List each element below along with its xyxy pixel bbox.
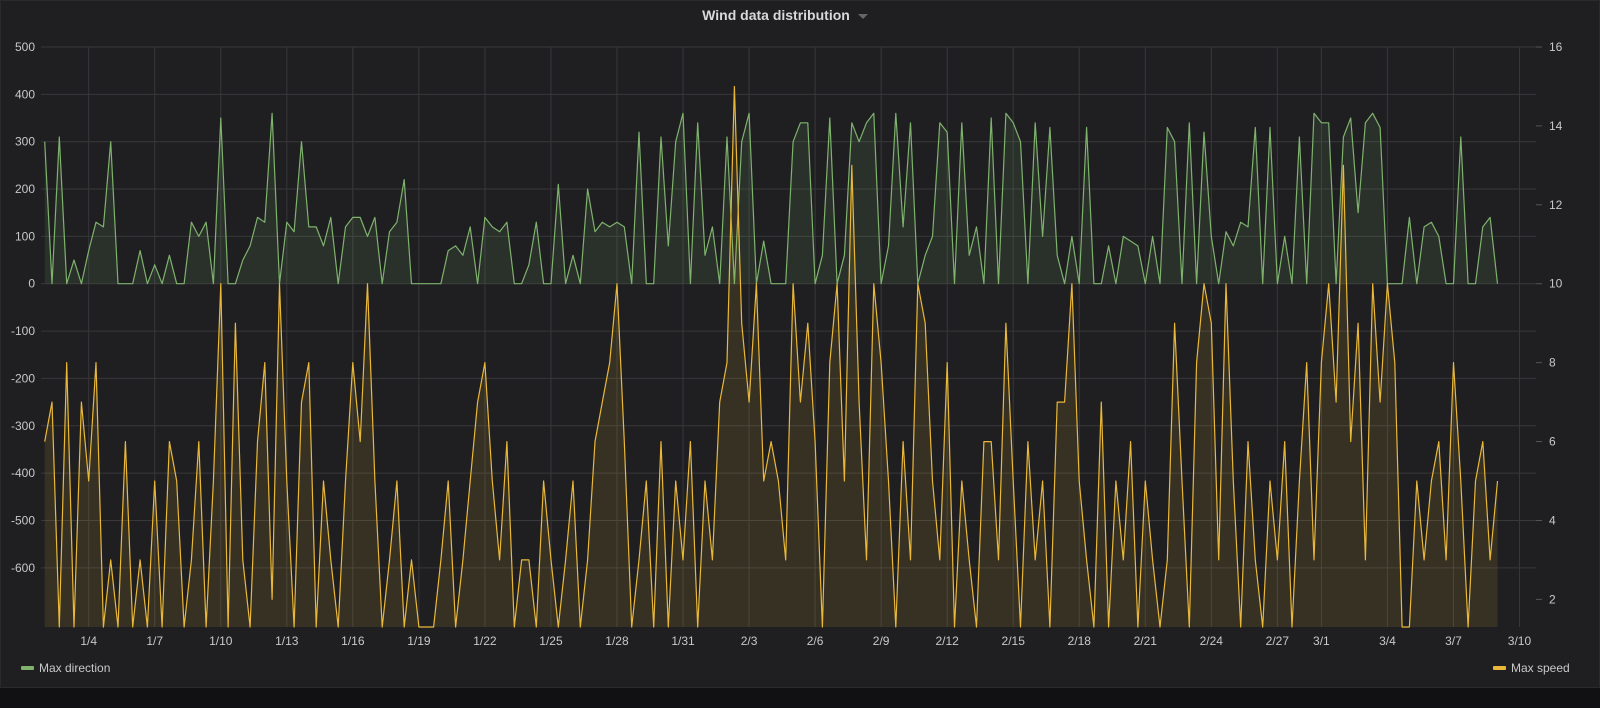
y-right-tick-label: 10 xyxy=(1549,277,1563,291)
y-left-tick-label: -200 xyxy=(11,371,35,385)
y-right-tick-label: 12 xyxy=(1549,198,1563,212)
y-right-tick-label: 2 xyxy=(1549,592,1556,606)
x-tick-label: 1/28 xyxy=(605,634,629,648)
chart-svg: 500 400 300 200 100 0 -100 -200 -300 -400 -500 -600… xyxy=(11,40,1563,648)
legend-label: Max speed xyxy=(1511,661,1570,675)
x-tick-label: 1/19 xyxy=(407,634,431,648)
y-left-tick-label: 500 xyxy=(15,40,35,54)
x-tick-label: 2/18 xyxy=(1068,634,1092,648)
x-tick-label: 1/25 xyxy=(539,634,563,648)
x-tick-label: 3/7 xyxy=(1445,634,1462,648)
x-tick-label: 1/13 xyxy=(275,634,299,648)
y-right-tick-label: 14 xyxy=(1549,119,1563,133)
x-tick-label: 1/22 xyxy=(473,634,497,648)
series-area-max-direction xyxy=(44,113,1498,284)
legend-swatch-yellow xyxy=(1493,666,1506,670)
y-left-tick-label: 400 xyxy=(15,87,35,101)
x-tick-label: 3/10 xyxy=(1508,634,1532,648)
legend-item-max-direction[interactable]: Max direction xyxy=(21,661,110,675)
y-left-tick-label: -400 xyxy=(11,466,35,480)
y-right-tick-label: 16 xyxy=(1549,40,1563,54)
x-tick-label: 2/27 xyxy=(1266,634,1290,648)
y-right-tick-label: 6 xyxy=(1549,435,1556,449)
y-left-tick-label: -100 xyxy=(11,324,35,338)
y-left-tick-label: 300 xyxy=(15,135,35,149)
x-tick-label: 2/3 xyxy=(741,634,758,648)
x-tick-label: 1/4 xyxy=(80,634,97,648)
y-left-tick-label: 0 xyxy=(28,277,35,291)
y-left-tick-label: 100 xyxy=(15,229,35,243)
x-tick-label: 2/21 xyxy=(1134,634,1158,648)
x-tick-label: 1/16 xyxy=(341,634,365,648)
y-left-tick-label: -300 xyxy=(11,419,35,433)
chart-panel: Wind data distribution 500 400 300 200 100 0-… xyxy=(0,0,1600,688)
y-right-tick-label: 8 xyxy=(1549,356,1556,370)
x-tick-label: 2/15 xyxy=(1002,634,1026,648)
y-right-tick-label: 4 xyxy=(1549,513,1556,527)
x-tick-label: 3/1 xyxy=(1313,634,1330,648)
legend-label: Max direction xyxy=(39,661,111,675)
legend-swatch-green xyxy=(21,666,34,670)
y-left-tick-label: -600 xyxy=(11,561,35,575)
x-tick-label: 2/6 xyxy=(807,634,824,648)
x-tick-label: 1/31 xyxy=(671,634,695,648)
x-tick-label: 1/10 xyxy=(209,634,233,648)
x-tick-label: 3/4 xyxy=(1379,634,1396,648)
y-left-tick-label: 200 xyxy=(15,182,35,196)
y-left-tick-label: -500 xyxy=(11,513,35,527)
x-tick-label: 1/7 xyxy=(146,634,163,648)
legend-item-max-speed[interactable]: Max speed xyxy=(1493,661,1570,675)
x-tick-label: 2/24 xyxy=(1200,634,1224,648)
series-area-max-speed xyxy=(44,86,1498,627)
x-tick-label: 2/12 xyxy=(935,634,959,648)
x-tick-label: 2/9 xyxy=(873,634,890,648)
